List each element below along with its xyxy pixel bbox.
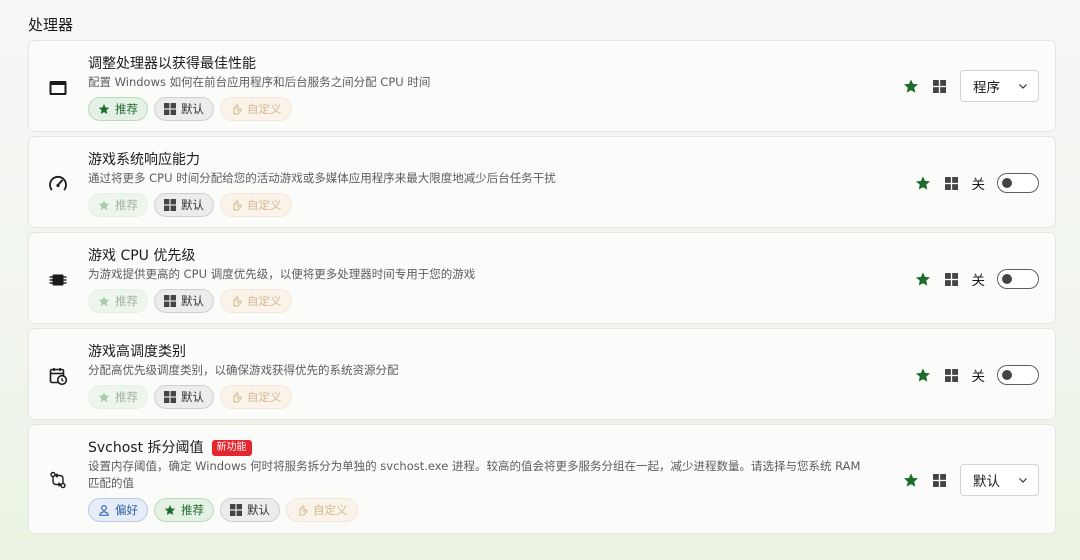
star-icon: [98, 296, 110, 306]
toggle-knob: [1002, 274, 1012, 284]
custom-chip[interactable]: 自定义: [220, 97, 292, 121]
speedometer-icon: [47, 173, 69, 195]
setting-title: 游戏 CPU 优先级: [88, 248, 196, 264]
setting-description: 为游戏提供更高的 CPU 调度优先级，以便将更多处理器时间专用于您的游戏: [88, 267, 476, 281]
toggle-state-label: 关: [971, 177, 986, 193]
processor-scheduling-dropdown[interactable]: 程序: [960, 70, 1039, 102]
windows-icon: [164, 103, 176, 115]
recommended-star-icon: [903, 472, 919, 488]
setting-description: 分配高优先级调度类别，以确保游戏获得优先的系统资源分配: [88, 363, 399, 377]
setting-title: 游戏高调度类别: [88, 344, 186, 360]
recommended-star-icon: [903, 78, 919, 94]
star-icon: [98, 104, 110, 114]
hand-icon: [233, 200, 242, 211]
section-title: 处理器: [28, 16, 74, 34]
user-icon: [99, 505, 109, 516]
recommend-chip[interactable]: 推荐: [88, 97, 148, 121]
game-responsiveness-toggle[interactable]: [997, 173, 1039, 193]
toggle-state-label: 关: [971, 273, 986, 289]
recommend-chip[interactable]: 推荐: [88, 289, 148, 313]
setting-title: 游戏系统响应能力: [88, 152, 200, 168]
default-chip[interactable]: 默认: [154, 97, 214, 121]
recommend-chip[interactable]: 推荐: [88, 193, 148, 217]
windows-icon: [164, 199, 176, 211]
calendar-clock-icon: [47, 365, 69, 387]
windows-default-icon: [944, 368, 958, 382]
windows-icon: [164, 391, 176, 403]
setting-description: 配置 Windows 如何在前台应用程序和后台服务之间分配 CPU 时间: [88, 75, 431, 89]
preference-chip[interactable]: 偏好: [88, 498, 148, 522]
default-chip[interactable]: 默认: [154, 289, 214, 313]
recommended-star-icon: [915, 175, 931, 191]
sync-arrows-icon: [47, 469, 69, 491]
setting-card-game-cpu-priority: 游戏 CPU 优先级 为游戏提供更高的 CPU 调度优先级，以便将更多处理器时间…: [28, 232, 1056, 324]
default-chip[interactable]: 默认: [154, 193, 214, 217]
setting-card-game-scheduling-category: 游戏高调度类别 分配高优先级调度类别，以确保游戏获得优先的系统资源分配 推荐 默…: [28, 328, 1056, 420]
recommend-chip[interactable]: 推荐: [88, 385, 148, 409]
setting-title: 调整处理器以获得最佳性能: [88, 56, 256, 72]
hand-icon: [233, 104, 242, 115]
hand-icon: [299, 505, 308, 516]
windows-default-icon: [944, 272, 958, 286]
recommend-chip[interactable]: 推荐: [154, 498, 214, 522]
custom-chip[interactable]: 自定义: [286, 498, 358, 522]
star-icon: [98, 392, 110, 402]
setting-card-svchost-split: Svchost 拆分阈值 新功能 设置内存阈值，确定 Windows 何时将服务…: [28, 424, 1056, 534]
window-icon: [47, 77, 69, 99]
chevron-down-icon: [1019, 84, 1027, 89]
svchost-threshold-dropdown[interactable]: 默认: [960, 464, 1039, 496]
default-chip[interactable]: 默认: [220, 498, 280, 522]
toggle-state-label: 关: [971, 369, 986, 385]
game-cpu-priority-toggle[interactable]: [997, 269, 1039, 289]
hand-icon: [233, 392, 242, 403]
recommended-star-icon: [915, 271, 931, 287]
new-feature-badge: 新功能: [211, 440, 252, 456]
custom-chip[interactable]: 自定义: [220, 193, 292, 217]
default-chip[interactable]: 默认: [154, 385, 214, 409]
windows-default-icon: [944, 176, 958, 190]
chevron-down-icon: [1019, 478, 1027, 483]
setting-card-game-responsiveness: 游戏系统响应能力 通过将更多 CPU 时间分配给您的活动游戏或多媒体应用程序来最…: [28, 136, 1056, 228]
star-icon: [164, 505, 176, 515]
setting-card-processor-performance: 调整处理器以获得最佳性能 配置 Windows 如何在前台应用程序和后台服务之间…: [28, 40, 1056, 132]
setting-description: 通过将更多 CPU 时间分配给您的活动游戏或多媒体应用程序来最大限度地减少后台任…: [88, 171, 556, 185]
toggle-knob: [1002, 178, 1012, 188]
windows-icon: [230, 504, 242, 516]
star-icon: [98, 200, 110, 210]
windows-default-icon: [933, 79, 946, 93]
custom-chip[interactable]: 自定义: [220, 289, 292, 313]
windows-default-icon: [933, 473, 946, 487]
recommended-star-icon: [915, 367, 931, 383]
setting-title: Svchost 拆分阈值 新功能: [88, 439, 875, 457]
custom-chip[interactable]: 自定义: [220, 385, 292, 409]
game-scheduling-category-toggle[interactable]: [997, 365, 1039, 385]
toggle-knob: [1002, 370, 1012, 380]
setting-description: 设置内存阈值，确定 Windows 何时将服务拆分为单独的 svchost.ex…: [88, 459, 861, 490]
windows-icon: [164, 295, 176, 307]
hand-icon: [233, 296, 242, 307]
chip-icon: [47, 269, 69, 291]
